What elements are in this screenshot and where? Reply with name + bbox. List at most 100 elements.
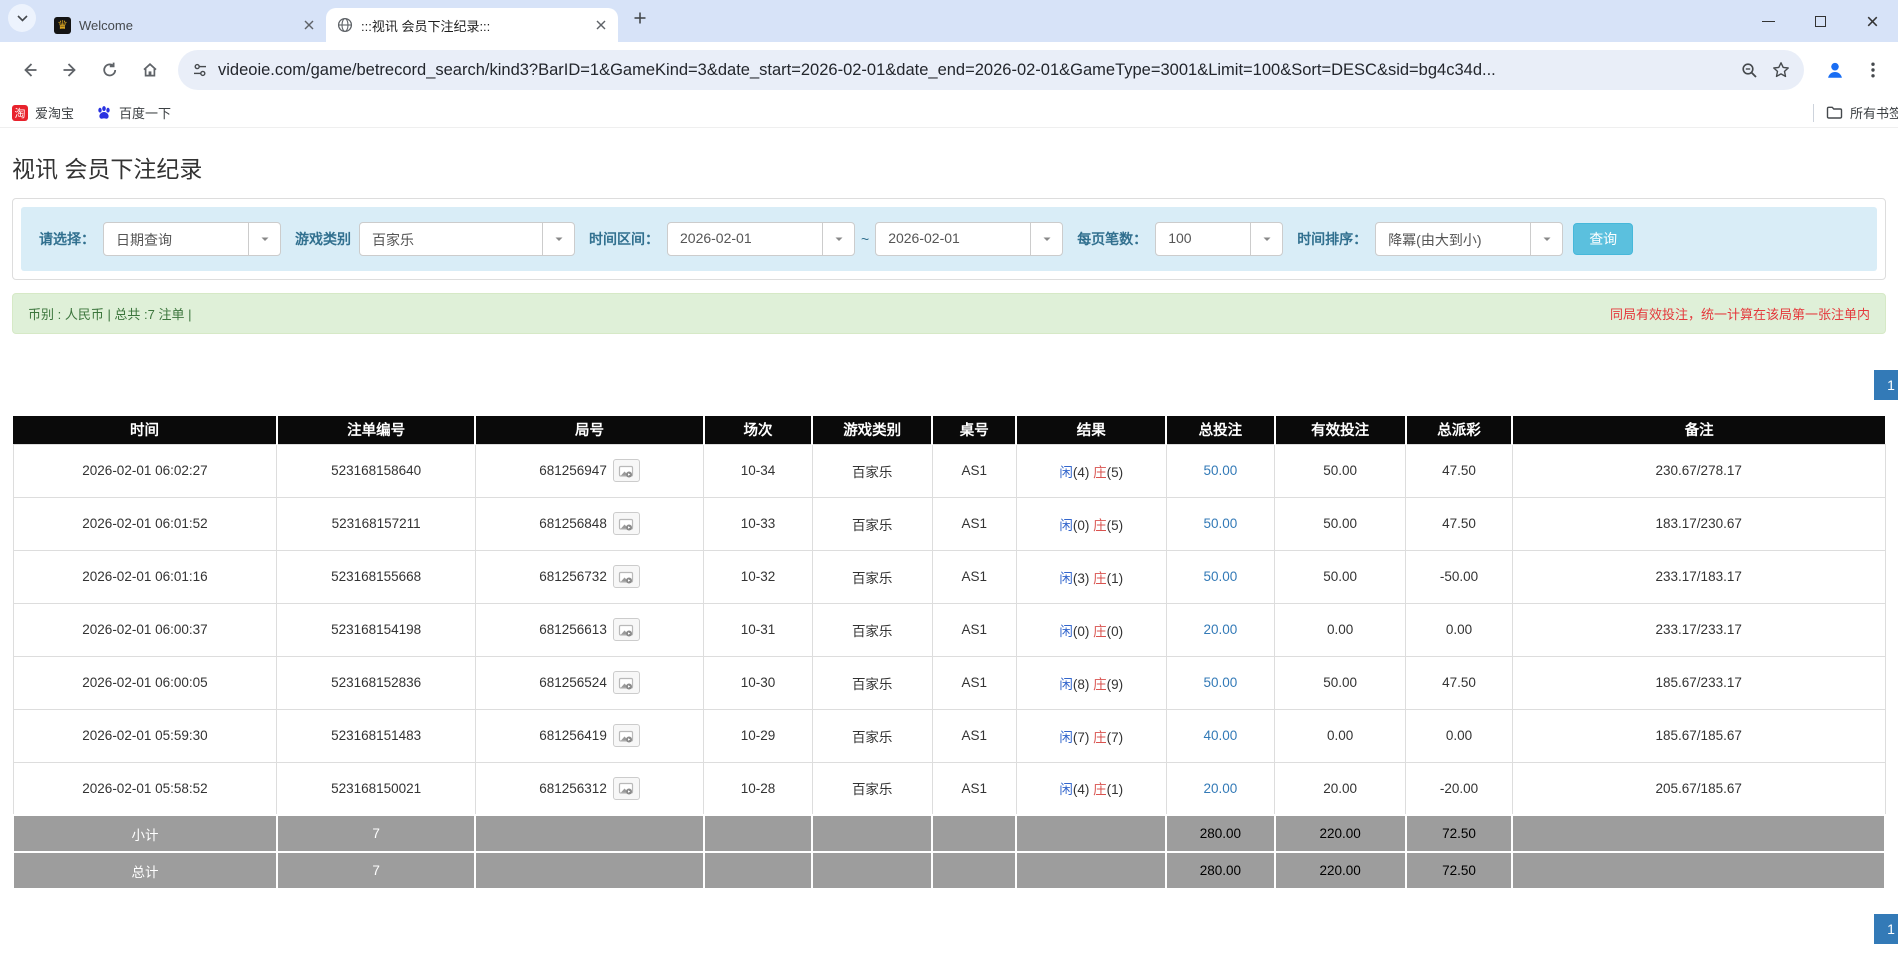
cell-total-bet: 20.00 <box>1165 761 1276 816</box>
date-start-select[interactable]: 2026-02-01 <box>667 222 855 256</box>
all-bookmarks-button[interactable]: 所有书签 <box>1812 103 1898 122</box>
total-bet-link[interactable]: 40.00 <box>1203 728 1237 743</box>
bookmarks-bar: 淘爱淘宝 百度一下 所有书签 <box>0 98 1898 128</box>
table-row: 2026-02-01 05:58:52 523168150021 681256312… <box>12 761 1886 816</box>
video-thumbnail-icon <box>619 624 634 637</box>
cell-time: 2026-02-01 05:59:30 <box>12 708 278 763</box>
sort-select[interactable]: 降冪(由大到小) <box>1375 222 1564 256</box>
search-button[interactable]: 查询 <box>1573 223 1634 255</box>
home-button[interactable] <box>130 50 170 90</box>
cell-valid-bet: 0.00 <box>1274 602 1407 657</box>
url-bar[interactable]: videoie.com/game/betrecord_search/kind3?… <box>178 50 1804 90</box>
result-player: 闲 <box>1059 623 1073 639</box>
footer-empty <box>474 814 705 853</box>
profile-avatar[interactable] <box>1818 53 1852 87</box>
close-window-button[interactable] <box>1846 0 1898 42</box>
cell-table-no: AS1 <box>931 549 1017 604</box>
footer-count: 7 <box>275 851 477 890</box>
summary-text: 币别 : 人民币 | 总共 :7 注单 | <box>28 307 192 322</box>
video-replay-button[interactable] <box>612 512 640 535</box>
forward-button[interactable] <box>50 50 90 90</box>
footer-total-bet: 280.00 <box>1165 814 1276 853</box>
cell-bet-id: 523168157211 <box>276 496 476 551</box>
new-tab-button[interactable] <box>626 4 654 32</box>
cell-remark: 233.17/183.17 <box>1511 549 1886 604</box>
total-bet-link[interactable]: 50.00 <box>1203 569 1237 584</box>
total-bet-link[interactable]: 50.00 <box>1203 463 1237 478</box>
total-bet-link[interactable]: 20.00 <box>1203 781 1237 796</box>
column-header: 时间 <box>13 416 277 444</box>
video-replay-button[interactable] <box>612 724 640 747</box>
date-range-tilde: ~ <box>861 231 870 247</box>
video-thumbnail-icon <box>619 783 634 796</box>
total-bet-link[interactable]: 20.00 <box>1203 622 1237 637</box>
close-tab-icon[interactable] <box>300 16 318 34</box>
reload-button[interactable] <box>90 50 130 90</box>
result-player: 闲 <box>1059 782 1073 798</box>
result-player-score: (3) <box>1072 570 1094 586</box>
cell-bet-id: 523168158640 <box>276 443 476 498</box>
maximize-button[interactable] <box>1794 0 1846 42</box>
cell-session: 10-34 <box>703 443 813 498</box>
cell-time: 2026-02-01 06:02:27 <box>12 443 278 498</box>
query-type-select[interactable]: 日期查询 <box>103 222 281 256</box>
cell-time: 2026-02-01 06:00:05 <box>12 655 278 710</box>
back-button[interactable] <box>10 50 50 90</box>
close-tab-icon[interactable] <box>592 16 610 34</box>
cell-remark: 185.67/185.67 <box>1511 708 1886 763</box>
minimize-button[interactable] <box>1742 0 1794 42</box>
url-text[interactable]: videoie.com/game/betrecord_search/kind3?… <box>218 61 1496 80</box>
tab-title: Welcome <box>79 17 133 33</box>
footer-empty <box>702 851 814 890</box>
plus-icon <box>632 10 648 26</box>
cell-game-type: 百家乐 <box>811 602 933 657</box>
result-banker: 庄 <box>1093 782 1107 798</box>
footer-valid-bet: 220.00 <box>1273 851 1407 890</box>
video-thumbnail-icon <box>619 730 634 743</box>
zoom-icon[interactable] <box>1741 62 1758 79</box>
browser-menu-button[interactable] <box>1858 50 1888 90</box>
cell-game-type: 百家乐 <box>811 496 933 551</box>
caret-down-icon <box>248 223 280 255</box>
video-replay-button[interactable] <box>612 565 640 588</box>
video-replay-button[interactable] <box>612 618 640 641</box>
cell-game-type: 百家乐 <box>811 761 933 816</box>
video-replay-button[interactable] <box>612 671 640 694</box>
footer-payout: 72.50 <box>1404 814 1514 853</box>
page-1-button[interactable]: 1 <box>1874 914 1898 944</box>
site-settings-icon[interactable] <box>192 62 208 78</box>
result-banker: 庄 <box>1093 676 1107 692</box>
result-banker-score: (5) <box>1106 464 1124 480</box>
table-header-row: 时间 注单编号 局号 场次 游戏类别 桌号 结果 总投注 有效投注 总派彩 备注 <box>13 416 1885 444</box>
filter-panel: 请选择： 日期查询 游戏类别 百家乐 时间区间： 2026-02-01 ~ 20… <box>12 198 1886 280</box>
video-thumbnail-icon <box>619 571 634 584</box>
game-type-select[interactable]: 百家乐 <box>359 222 575 256</box>
cell-result: 闲(3) 庄(1) <box>1015 549 1167 604</box>
video-replay-button[interactable] <box>612 459 640 482</box>
window-controls <box>1742 0 1898 42</box>
total-bet-link[interactable]: 50.00 <box>1203 675 1237 690</box>
result-banker: 庄 <box>1093 623 1107 639</box>
bookmark-star-icon[interactable] <box>1772 61 1790 79</box>
cell-result: 闲(7) 庄(7) <box>1015 708 1167 763</box>
round-number: 681256312 <box>539 780 607 796</box>
bookmark-item-baidu[interactable]: 百度一下 <box>96 103 171 122</box>
date-end-select[interactable]: 2026-02-01 <box>875 222 1064 256</box>
close-icon <box>1865 14 1880 29</box>
cell-session: 10-28 <box>703 761 813 816</box>
footer-empty <box>702 814 814 853</box>
cell-payout: 47.50 <box>1405 655 1513 710</box>
video-replay-button[interactable] <box>612 776 640 800</box>
tab-welcome[interactable]: ♛ Welcome <box>44 8 326 42</box>
tab-bet-record[interactable]: :::视讯 会员下注纪录::: <box>326 8 618 42</box>
tab-search-button[interactable] <box>8 3 36 32</box>
page-size-select[interactable]: 100 <box>1155 222 1284 256</box>
table-row: 2026-02-01 05:59:30 523168151483 681256419… <box>12 708 1886 763</box>
page-1-button[interactable]: 1 <box>1874 370 1898 400</box>
result-banker-score: (1) <box>1106 782 1124 798</box>
bookmark-item-taobao[interactable]: 淘爱淘宝 <box>12 103 74 122</box>
cell-table-no: AS1 <box>931 761 1017 816</box>
total-bet-link[interactable]: 50.00 <box>1203 516 1237 531</box>
cell-round-id: 681256947 <box>474 443 705 498</box>
cell-total-bet: 50.00 <box>1165 549 1276 604</box>
